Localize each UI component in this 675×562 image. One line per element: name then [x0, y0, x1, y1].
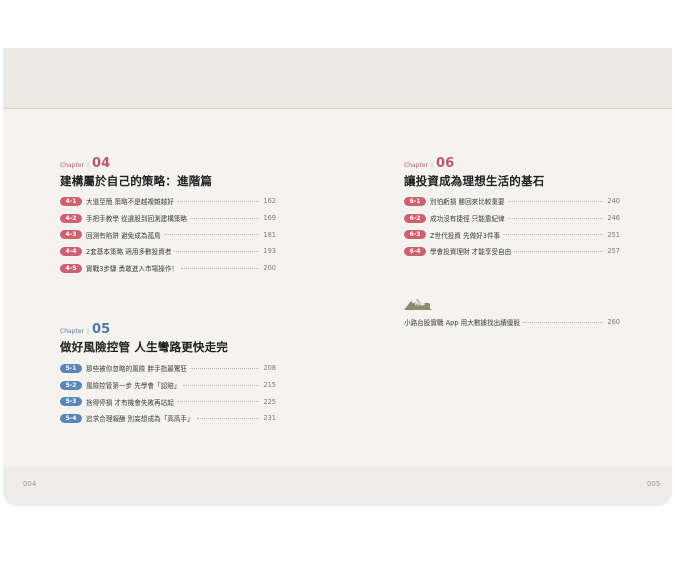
leader-dots [176, 401, 259, 403]
section-tag: 4-4 [60, 246, 82, 256]
section-page: 208 [263, 364, 276, 373]
left-page-number: 004 [23, 480, 37, 488]
chapter-number: 05 [92, 322, 111, 337]
chapter-label: Chapter [60, 328, 84, 335]
chapter-05-entries: 5-1 那些被你忽略的風險 胖手指最驚狂 208 5-2 風險控管第一步 先學會… [60, 360, 276, 427]
section-page: 200 [263, 264, 276, 273]
toc-entry[interactable]: 5-4 追求合理報酬 別妄想成為「高高手」 231 [60, 410, 276, 427]
toc-entry[interactable]: 4-5 實戰3步驟 勇敢進入市場操作！ 200 [60, 260, 276, 277]
appendix-entry[interactable]: 小路台股實戰 App 用大數據找出績優股 260 [404, 314, 620, 331]
chapter-number: 06 [436, 156, 455, 171]
section-title: 別怕虧損 勝回來比較重要 [430, 198, 505, 207]
section-title: 實戰3步驟 勇敢進入市場操作！ [86, 265, 179, 274]
toc-entry[interactable]: 5-2 風險控管第一步 先學會「認賠」 215 [60, 377, 276, 394]
chapter-06-heading: Chapter | 06 讓投資成為理想生活的基石 [404, 156, 544, 189]
section-page: 225 [263, 397, 276, 406]
leader-dots [190, 367, 259, 369]
section-tag: 5-4 [60, 413, 82, 423]
appendix-block: 附錄 小路台股實戰 App 用大數據找出績優股 260 [404, 298, 620, 331]
toc-entry[interactable]: 5-1 那些被你忽略的風險 胖手指最驚狂 208 [60, 360, 276, 377]
header-band [3, 48, 672, 108]
leader-dots [507, 200, 603, 202]
chapter-separator: | [431, 162, 434, 169]
right-page-number: 005 [647, 480, 661, 488]
section-title: 學會投資理財 才能享受自由 [430, 248, 512, 257]
section-tag: 6-1 [404, 196, 426, 206]
toc-entry[interactable]: 4-2 手把手教學 從選股到回測建構策略 169 [60, 210, 276, 227]
section-tag: 6-4 [404, 246, 426, 256]
section-title: 捨得停損 才有機會失敗再站起 [86, 398, 174, 407]
chapter-separator: | [87, 328, 90, 335]
section-tag: 5-2 [60, 380, 82, 390]
section-page: 162 [263, 197, 276, 206]
section-title: 那些被你忽略的風險 胖手指最驚狂 [86, 365, 188, 374]
section-tag: 4-3 [60, 230, 82, 240]
section-title: 大道至簡 策略不是越複雜越好 [86, 198, 174, 207]
section-title: 追求合理報酬 別妄想成為「高高手」 [86, 415, 194, 424]
section-page: 257 [607, 247, 620, 256]
appendix-icon-label: 附錄 [415, 301, 426, 307]
section-tag: 4-2 [60, 213, 82, 223]
appendix-title: 小路台股實戰 App 用大數據找出績優股 [404, 319, 520, 328]
toc-entry[interactable]: 4-4 2套基本策略 適用多數投資者 193 [60, 243, 276, 260]
section-page: 246 [607, 214, 620, 223]
leader-dots [507, 217, 603, 219]
section-page: 169 [263, 214, 276, 223]
section-title: 成功沒有捷徑 只能靠紀律 [430, 215, 505, 224]
section-page: 181 [263, 230, 276, 239]
leader-dots [514, 250, 603, 252]
chapter-label-row: Chapter | 06 [404, 156, 544, 171]
section-page: 193 [263, 247, 276, 256]
chapter-label: Chapter [60, 162, 84, 169]
toc-entry[interactable]: 6-1 別怕虧損 勝回來比較重要 240 [404, 193, 620, 210]
section-tag: 4-5 [60, 263, 82, 273]
footer-band [3, 466, 672, 506]
leader-dots [176, 200, 259, 202]
leader-dots [163, 234, 259, 236]
leader-dots [183, 384, 259, 386]
leader-dots [174, 250, 259, 252]
toc-entry[interactable]: 5-3 捨得停損 才有機會失敗再站起 225 [60, 393, 276, 410]
chapter-title: 建構屬於自己的策略：進階篇 [60, 174, 213, 188]
leader-dots [522, 321, 603, 323]
section-title: 風險控管第一步 先學會「認賠」 [86, 382, 181, 391]
toc-entry[interactable]: 6-3 Z世代投資 先做好3件事 251 [404, 226, 620, 243]
header-divider [3, 108, 672, 109]
leader-dots [181, 267, 259, 269]
toc-entry[interactable]: 6-2 成功沒有捷徑 只能靠紀律 246 [404, 210, 620, 227]
section-tag: 4-1 [60, 196, 82, 206]
section-title: 2套基本策略 適用多數投資者 [86, 248, 172, 257]
section-tag: 5-3 [60, 397, 82, 407]
section-page: 240 [607, 197, 620, 206]
chapter-04-heading: Chapter | 04 建構屬於自己的策略：進階篇 [60, 156, 212, 189]
toc-entry[interactable]: 6-4 學會投資理財 才能享受自由 257 [404, 243, 620, 260]
appendix-page: 260 [607, 318, 620, 327]
appendix-icon: 附錄 [404, 298, 432, 310]
chapter-separator: | [87, 162, 90, 169]
leader-dots [196, 417, 259, 419]
book-spread: 004 005 [3, 48, 672, 506]
chapter-label: Chapter [404, 162, 428, 169]
chapter-04-entries: 4-1 大道至簡 策略不是越複雜越好 162 4-2 手把手教學 從選股到回測建… [60, 193, 276, 276]
chapter-number: 04 [92, 156, 111, 171]
section-tag: 6-2 [404, 213, 426, 223]
section-tag: 5-1 [60, 363, 82, 373]
toc-entry[interactable]: 4-3 回測有陷阱 避免成為孤鳥 181 [60, 226, 276, 243]
section-title: 回測有陷阱 避免成為孤鳥 [86, 231, 161, 240]
chapter-label-row: Chapter | 05 [60, 322, 228, 337]
section-page: 251 [607, 230, 620, 239]
section-title: Z世代投資 先做好3件事 [430, 231, 501, 240]
section-page: 215 [263, 381, 276, 390]
chapter-title: 讓投資成為理想生活的基石 [404, 174, 545, 188]
chapter-label-row: Chapter | 04 [60, 156, 212, 171]
chapter-05-heading: Chapter | 05 做好風險控管 人生彎路更快走完 [60, 322, 228, 355]
section-title: 手把手教學 從選股到回測建構策略 [86, 215, 188, 224]
toc-entry[interactable]: 4-1 大道至簡 策略不是越複雜越好 162 [60, 193, 276, 210]
leader-dots [503, 234, 603, 236]
chapter-06-entries: 6-1 別怕虧損 勝回來比較重要 240 6-2 成功沒有捷徑 只能靠紀律 24… [404, 193, 620, 260]
section-tag: 6-3 [404, 230, 426, 240]
leader-dots [190, 217, 259, 219]
chapter-title: 做好風險控管 人生彎路更快走完 [60, 340, 229, 354]
section-page: 231 [263, 414, 276, 423]
